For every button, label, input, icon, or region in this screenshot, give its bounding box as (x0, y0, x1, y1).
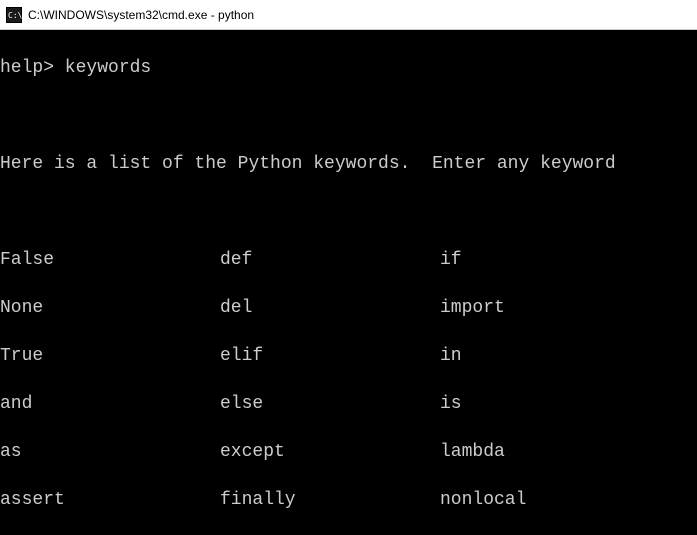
keyword-row: assertfinallynonlocal (0, 488, 697, 512)
keyword-cell: finally (220, 488, 440, 512)
keyword-cell: except (220, 440, 440, 464)
blank-line (0, 104, 697, 128)
keyword-cell: if (440, 248, 462, 272)
window-titlebar[interactable]: C:\ C:\WINDOWS\system32\cmd.exe - python (0, 0, 697, 30)
keyword-row: Nonedelimport (0, 296, 697, 320)
keyword-cell: import (440, 296, 505, 320)
keyword-cell: and (0, 392, 220, 416)
keyword-cell: lambda (440, 440, 505, 464)
terminal-output[interactable]: help> keywords Here is a list of the Pyt… (0, 30, 697, 535)
svg-text:C:\: C:\ (8, 11, 22, 20)
keywords-intro: Here is a list of the Python keywords. E… (0, 152, 697, 176)
help-prompt-line: help> keywords (0, 56, 697, 80)
keyword-cell: assert (0, 488, 220, 512)
keyword-cell: True (0, 344, 220, 368)
keyword-cell: in (440, 344, 462, 368)
keyword-cell: def (220, 248, 440, 272)
keyword-cell: elif (220, 344, 440, 368)
window-title: C:\WINDOWS\system32\cmd.exe - python (28, 8, 254, 22)
cmd-icon: C:\ (6, 7, 22, 23)
keyword-row: Falsedefif (0, 248, 697, 272)
keyword-row: andelseis (0, 392, 697, 416)
keyword-cell: is (440, 392, 462, 416)
keyword-row: Trueelifin (0, 344, 697, 368)
keyword-row: asexceptlambda (0, 440, 697, 464)
keyword-cell: as (0, 440, 220, 464)
keyword-cell: None (0, 296, 220, 320)
keyword-cell: nonlocal (440, 488, 526, 512)
keyword-cell: else (220, 392, 440, 416)
keyword-cell: del (220, 296, 440, 320)
blank-line (0, 200, 697, 224)
keyword-cell: False (0, 248, 220, 272)
